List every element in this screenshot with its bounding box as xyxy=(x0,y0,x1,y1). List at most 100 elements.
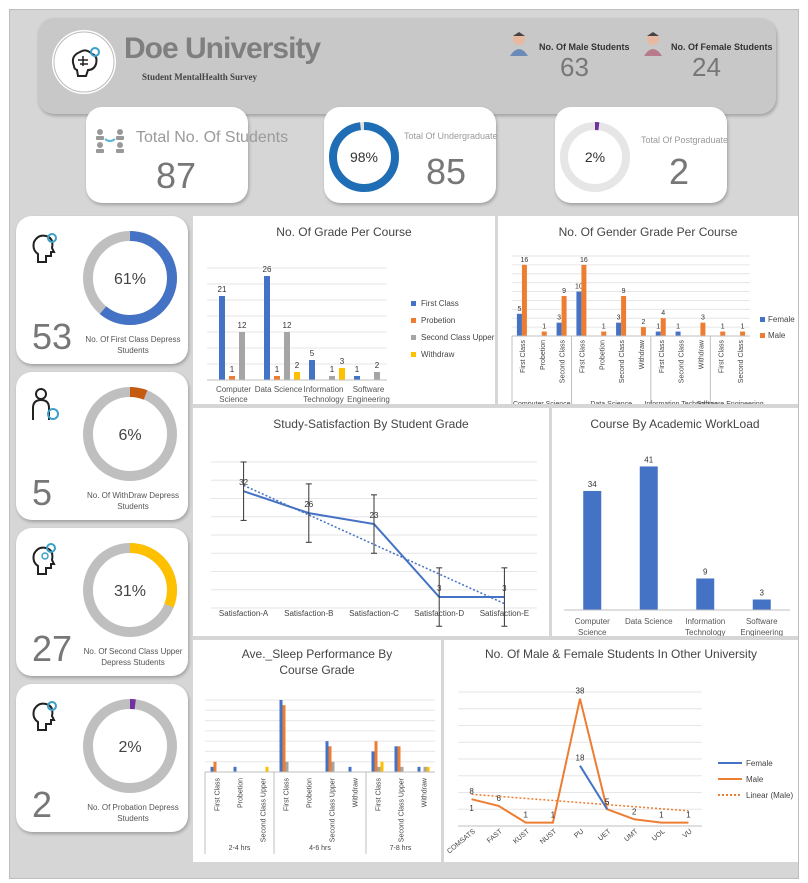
bar xyxy=(294,372,300,380)
data-label: 9 xyxy=(622,288,626,295)
x-tick-label: Withdraw xyxy=(698,339,705,369)
gender-grade-chart: 516First Class1Probetion39Second Class10… xyxy=(511,255,795,404)
bar xyxy=(213,761,217,772)
dashboard: Doe University Student MentalHealth Surv… xyxy=(9,9,799,879)
depress-stat-card: 31% 27 No. Of Second Class Upper Depress S… xyxy=(16,528,188,676)
x-tick-label: PU xyxy=(573,828,585,840)
x-tick-label: Probetion xyxy=(540,340,547,370)
grade-per-course-chart: 21112ComputerScience261122Data Science51… xyxy=(207,265,495,404)
x-tick-label: Satisfaction-D xyxy=(414,609,464,618)
x-tick-label: Second Class xyxy=(619,340,626,384)
bar xyxy=(639,466,658,610)
study-satisfaction-panel: Study-Satisfaction By Student Grade 32 Sa… xyxy=(193,408,549,636)
survey-subtitle: Student MentalHealth Survey xyxy=(142,72,258,82)
x-tick-label: Information xyxy=(685,617,725,626)
x-tick-label: FAST xyxy=(486,828,504,845)
sleep-performance-panel: Ave._Sleep Performance By Course Grade F… xyxy=(193,640,441,862)
bar xyxy=(274,376,280,380)
bar xyxy=(374,372,380,380)
bar xyxy=(374,741,378,772)
depress-count: 53 xyxy=(32,316,73,357)
bar xyxy=(516,313,522,336)
bar xyxy=(426,766,430,772)
postgraduate-value: 2 xyxy=(669,151,690,192)
data-label: 2 xyxy=(295,361,300,370)
data-label: 1 xyxy=(721,324,725,331)
x-tick-label: Second Class Upper xyxy=(330,777,337,842)
academic-workload-panel: Course By Academic WorkLoad 34 Computer Sc… xyxy=(552,408,798,636)
x-tick-label: Computer xyxy=(216,385,251,394)
anxious-head-icon xyxy=(32,543,56,575)
x-tick-label: Withdraw xyxy=(353,777,360,807)
bar xyxy=(219,296,225,380)
legend-entry: Probetion xyxy=(421,316,455,325)
bar xyxy=(279,700,283,772)
x-tick-label: COMSATS xyxy=(446,828,477,855)
depress-pct: 2% xyxy=(118,739,141,756)
other-university-chart: 8 COMSATS 6 FAST 1 KUST 1 NUST 38 PU 5 UET 2 UMT 1 UOL 1… xyxy=(446,687,793,856)
sleep-performance-chart: First Class Probetion Second Class Upper Fi… xyxy=(204,699,435,854)
data-label: 3 xyxy=(437,584,442,593)
depress-stat-card: 61% 53 No. Of First Class Depress Students xyxy=(16,216,188,364)
data-label: 1 xyxy=(602,324,606,331)
group-label: 4-6 hrs xyxy=(309,845,331,852)
data-label: 6 xyxy=(496,794,501,803)
data-label: 3 xyxy=(760,588,765,597)
legend-entry: Linear (Male) xyxy=(746,791,793,800)
data-label: 9 xyxy=(562,288,566,295)
legend-entry: Female xyxy=(746,759,773,768)
depress-caption: No. Of WithDraw Depress Students xyxy=(86,491,180,511)
undergraduate-value: 85 xyxy=(426,151,467,192)
legend-swatch xyxy=(411,318,416,323)
bar xyxy=(348,766,352,772)
bar xyxy=(541,331,547,336)
depress-donut: 61% xyxy=(83,231,177,325)
bar xyxy=(377,766,381,772)
bar xyxy=(380,761,384,772)
x-tick-label: First Class xyxy=(376,778,383,812)
bar xyxy=(621,296,627,336)
postgraduate-pct: 2% xyxy=(585,149,605,165)
bar xyxy=(394,746,398,772)
bar xyxy=(265,766,269,772)
legend-entry: Female xyxy=(768,315,795,324)
data-label: 2 xyxy=(632,807,637,816)
x-tick-label: UMT xyxy=(623,828,640,844)
x-tick-label: First Class xyxy=(215,778,222,812)
legend-entry: Second Class Upper xyxy=(421,333,495,342)
x-tick-label: Withdraw xyxy=(422,777,429,807)
data-label: 34 xyxy=(588,480,597,489)
data-label: 1 xyxy=(230,365,235,374)
depress-donut: 2% xyxy=(83,699,177,793)
bar xyxy=(521,264,527,336)
depress-count: 2 xyxy=(32,784,53,825)
x-tick-label: Second Class xyxy=(560,340,567,384)
brain-logo xyxy=(52,30,116,94)
bar xyxy=(329,376,335,380)
x-tick-label: First Class xyxy=(659,340,666,374)
x-tick-label: Probetion xyxy=(599,340,606,370)
x-tick-label: Science xyxy=(219,395,248,404)
x-tick-label: UET xyxy=(597,828,613,843)
x-tick-label: Second Class xyxy=(738,340,745,384)
bar xyxy=(210,766,214,772)
legend-swatch xyxy=(760,317,765,322)
data-label: 1 xyxy=(542,324,546,331)
legend-entry: Male xyxy=(746,775,764,784)
bar xyxy=(576,291,582,336)
bar xyxy=(616,322,622,336)
data-label: 12 xyxy=(283,321,292,330)
header-banner: Doe University Student MentalHealth Surv… xyxy=(38,18,776,114)
data-label: 1 xyxy=(659,811,664,820)
bar xyxy=(354,376,360,380)
bar xyxy=(397,746,401,772)
bar xyxy=(325,741,329,772)
x-tick-label: Engineering xyxy=(740,628,783,636)
x-tick-label: Software xyxy=(353,385,385,394)
data-label: 1 xyxy=(275,365,280,374)
legend-swatch xyxy=(411,335,416,340)
depress-donut: 31% xyxy=(83,543,177,637)
undergraduate-label: Total Of Undergraduate xyxy=(404,131,498,141)
bar xyxy=(233,766,237,772)
grade-per-course-panel: No. Of Grade Per Course 21 1 12 Computer Sci… xyxy=(193,216,495,404)
